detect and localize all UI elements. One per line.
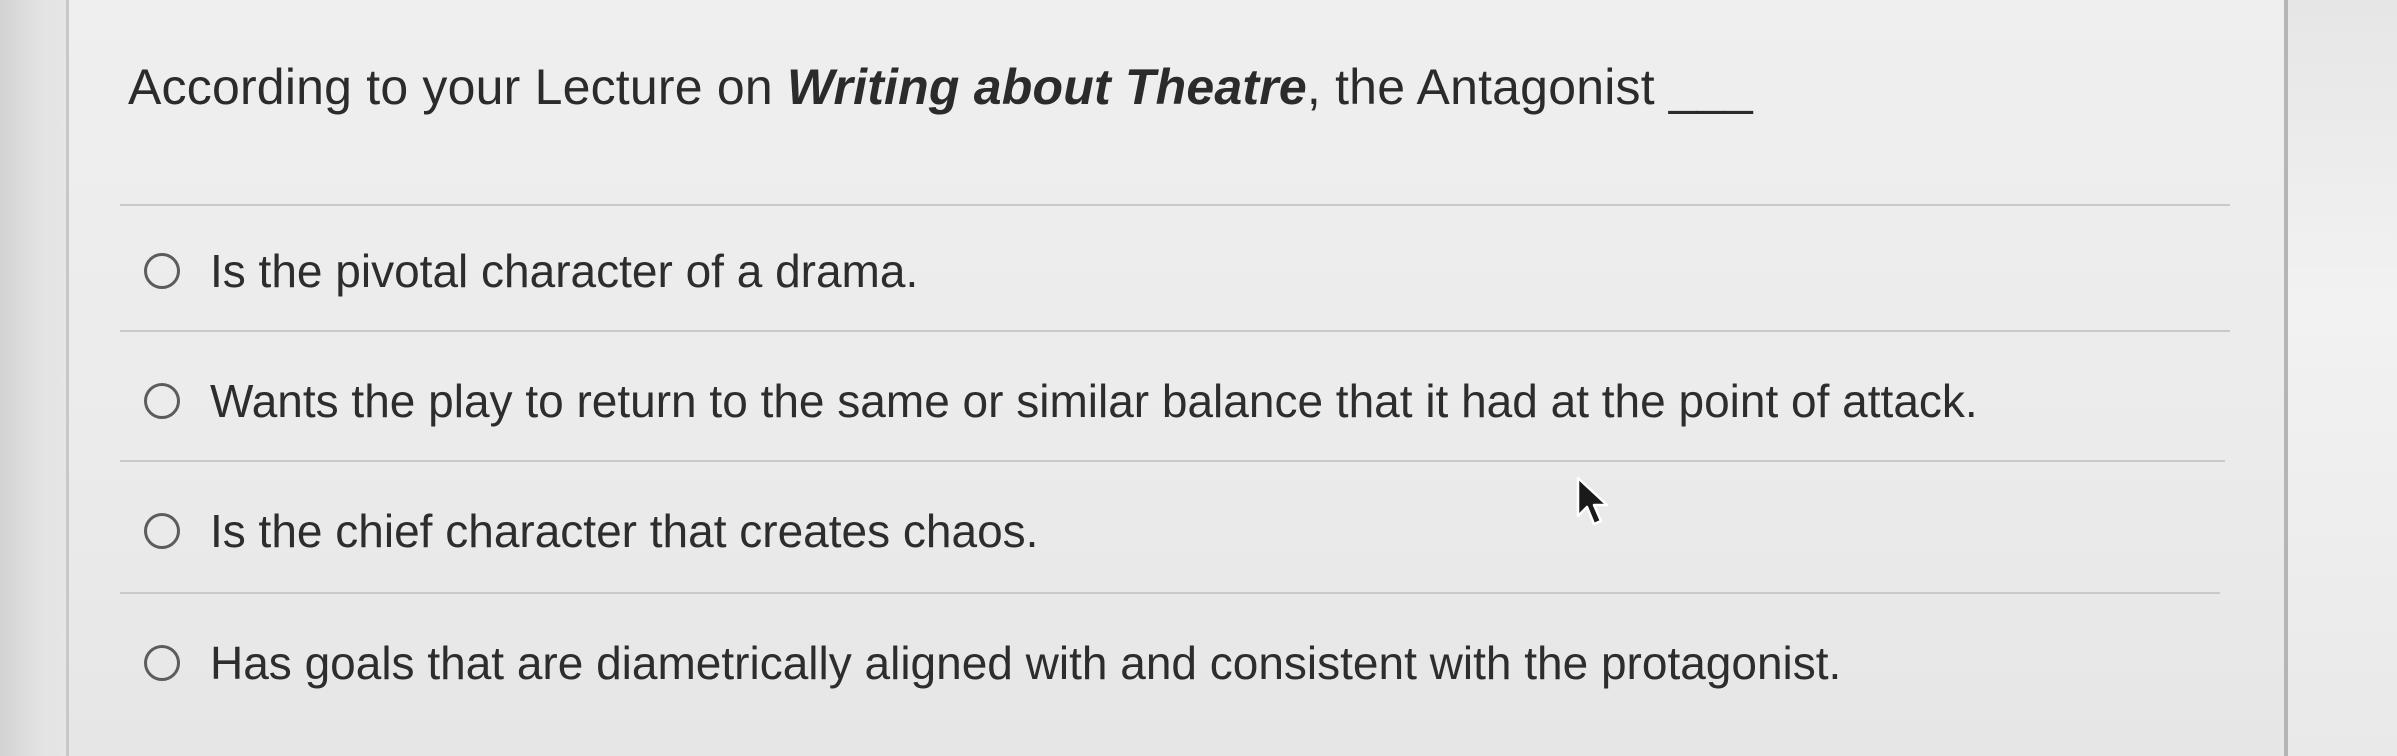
answer-option-1[interactable]: Is the pivotal character of a drama.: [144, 244, 918, 298]
question-emphasis: Writing about Theatre: [786, 59, 1307, 115]
question-suffix: , the Antagonist ___: [1306, 59, 1753, 115]
answer-option-label[interactable]: Wants the play to return to the same or …: [210, 374, 1978, 428]
radio-unselected-icon[interactable]: [144, 253, 180, 289]
answer-option-label[interactable]: Is the pivotal character of a drama.: [210, 244, 918, 298]
screen-glare: [2288, 0, 2397, 756]
divider: [120, 330, 2230, 332]
radio-unselected-icon[interactable]: [144, 645, 180, 681]
divider: [120, 204, 2230, 206]
answer-option-label[interactable]: Is the chief character that creates chao…: [210, 504, 1038, 558]
divider: [120, 592, 2220, 594]
answer-option-label[interactable]: Has goals that are diametrically aligned…: [210, 636, 1841, 690]
mouse-pointer-icon: [1576, 476, 1609, 526]
question-text: According to your Lecture on Writing abo…: [128, 58, 1753, 116]
radio-unselected-icon[interactable]: [144, 383, 180, 419]
answer-option-2[interactable]: Wants the play to return to the same or …: [144, 374, 1978, 428]
answer-option-4[interactable]: Has goals that are diametrically aligned…: [144, 636, 1841, 690]
question-prefix: According to your Lecture on: [128, 59, 787, 115]
answer-option-3[interactable]: Is the chief character that creates chao…: [144, 504, 1038, 558]
divider: [120, 460, 2225, 462]
radio-unselected-icon[interactable]: [144, 513, 180, 549]
screen-background: According to your Lecture on Writing abo…: [0, 0, 2397, 756]
